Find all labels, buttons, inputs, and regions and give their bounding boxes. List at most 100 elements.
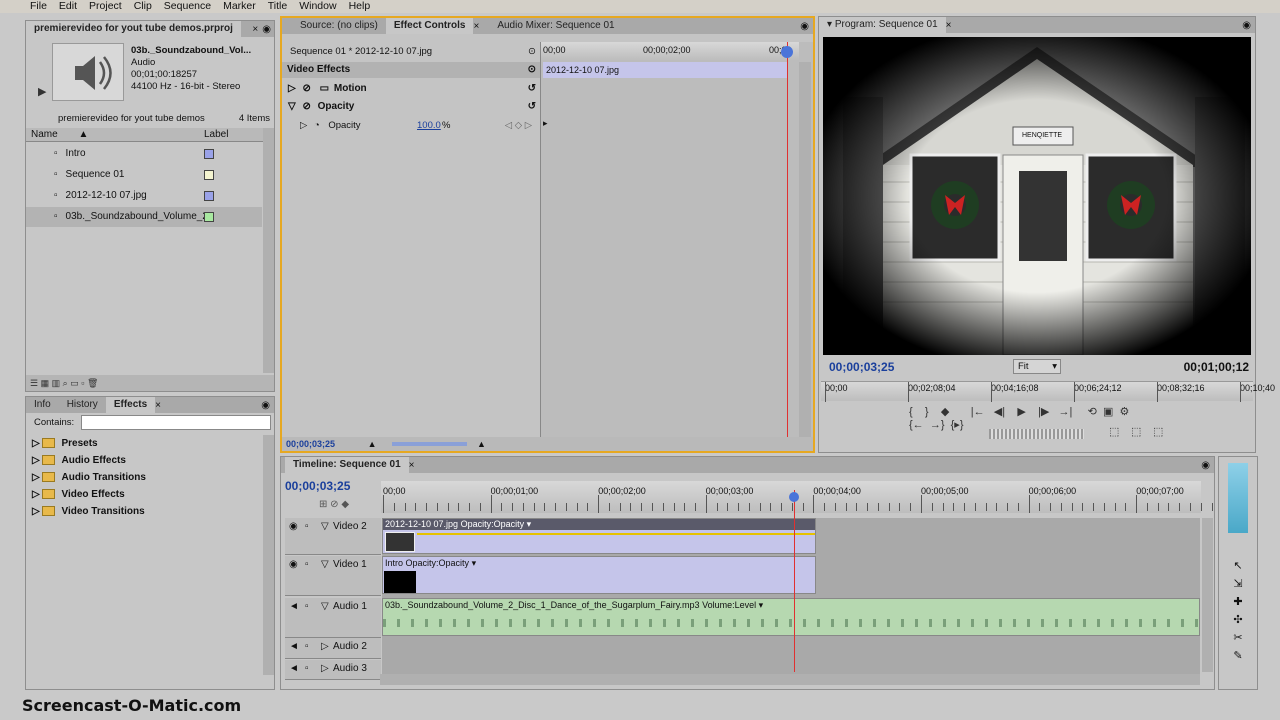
menu-file[interactable]: File [30, 0, 53, 13]
project-item[interactable]: ▫ Sequence 01 [26, 165, 262, 185]
track-header[interactable]: ◉ ▫ ▽ Video 1 [285, 556, 381, 596]
opacity-line[interactable] [417, 533, 815, 535]
shuttle-left-icon[interactable]: {← [909, 419, 924, 431]
tab-timeline[interactable]: Timeline: Sequence 01 [285, 457, 409, 473]
marker-icon[interactable]: ◆ [941, 406, 949, 418]
clip-video2[interactable]: 2012-12-10 07.jpg Opacity:Opacity ▾ [382, 518, 816, 554]
ec-vscroll[interactable] [799, 62, 811, 437]
collapse-triangle-icon[interactable]: ▷ [321, 663, 329, 674]
reset-icon[interactable]: ↺ [528, 98, 536, 116]
project-item[interactable]: ▫ 03b._Soundzabound_Volume_2 [26, 207, 262, 227]
fx-toggle-icon[interactable]: ⊘ [302, 83, 310, 94]
panel-menu-icon[interactable]: ◉ [800, 21, 809, 32]
expand-triangle-icon[interactable]: ▷ [300, 120, 307, 131]
step-forward-icon[interactable]: |▶ [1038, 406, 1049, 418]
effects-folder[interactable]: ▷ Audio Effects [26, 452, 262, 469]
project-item[interactable]: ▫ Intro [26, 144, 262, 164]
track-select-icon[interactable]: ⇲ [1219, 575, 1257, 593]
play-in-out-icon[interactable]: {▸} [951, 419, 964, 431]
track-header[interactable]: ◉ ▫ ▽ Video 2 [285, 518, 381, 555]
menu-marker[interactable]: Marker [223, 0, 262, 13]
keyframe-nav-icon[interactable]: ◁ ◇ ▷ [505, 117, 532, 135]
program-timecode[interactable]: 00;00;03;25 [829, 360, 894, 374]
collapse-icon[interactable]: ⊙ [528, 62, 536, 78]
clip-video1[interactable]: Intro Opacity:Opacity ▾ [382, 556, 816, 594]
show-timeline-icon[interactable]: ⊙ [528, 44, 536, 60]
col-name[interactable]: Name [31, 129, 58, 140]
label-swatch[interactable] [204, 170, 214, 180]
tab-effect-controls[interactable]: Effect Controls [385, 18, 474, 34]
fx-toggle-icon[interactable]: ⊘ [302, 101, 310, 112]
safe-margins-icon[interactable]: ▣ [1103, 406, 1113, 418]
collapse-triangle-icon[interactable]: ▷ [321, 641, 329, 652]
lock-icon[interactable]: ▫ [305, 521, 309, 532]
selection-tool-icon[interactable]: ↖ [1219, 557, 1257, 575]
list-view-icon[interactable]: ☰ [30, 378, 38, 388]
zoom-slider[interactable] [392, 442, 467, 446]
eye-icon[interactable]: ◉ [289, 559, 298, 570]
effects-folder[interactable]: ▷ Audio Transitions [26, 469, 262, 486]
output-icon[interactable]: ⚙ [1120, 406, 1130, 418]
clip-audio1[interactable]: 03b._Soundzabound_Volume_2_Disc_1_Dance_… [382, 598, 1200, 636]
automate-icon[interactable]: ▥ [52, 378, 61, 388]
ec-playhead-handle[interactable] [781, 46, 793, 58]
effects-scrollbar[interactable] [263, 435, 274, 675]
project-scrollbar[interactable] [263, 128, 274, 373]
menu-help[interactable]: Help [349, 0, 377, 13]
clip-v1-fx[interactable]: Opacity:Opacity [406, 558, 470, 568]
effects-search-input[interactable] [81, 415, 271, 430]
mark-in-icon[interactable]: { [909, 406, 913, 418]
rolling-edit-icon[interactable]: ✣ [1219, 611, 1257, 629]
program-video-frame[interactable]: HENQIETTE [823, 37, 1251, 355]
label-swatch[interactable] [204, 149, 214, 159]
close-icon[interactable]: × [155, 400, 161, 411]
lock-icon[interactable]: ▫ [305, 559, 309, 570]
label-swatch[interactable] [204, 212, 214, 222]
shuttle-right-icon[interactable]: →} [930, 419, 945, 431]
panel-menu-icon[interactable]: ◉ [1201, 460, 1210, 471]
expanded-triangle-icon[interactable]: ▽ [288, 101, 296, 112]
expand-triangle-icon[interactable]: ▷ [32, 489, 40, 500]
panel-menu-icon[interactable]: ◉ [1242, 20, 1251, 31]
opacity-row[interactable]: ▽ ⊘ Opacity ↺ [282, 98, 540, 116]
fit-dropdown[interactable]: Fit ▾ [1013, 359, 1061, 374]
tab-program[interactable]: ▾ Program: Sequence 01 [819, 17, 946, 33]
lock-icon[interactable]: ▫ [305, 641, 309, 652]
menu-sequence[interactable]: Sequence [164, 0, 217, 13]
clip-a1-fx[interactable]: Volume:Level [702, 600, 756, 610]
reset-icon[interactable]: ↺ [528, 80, 536, 98]
go-to-out-icon[interactable]: →| [1059, 406, 1073, 418]
timeline-playhead[interactable] [794, 490, 795, 672]
zoom-out-icon[interactable]: ▲ [368, 439, 377, 449]
expand-triangle-icon[interactable]: ▷ [32, 438, 40, 449]
collapse-triangle-icon[interactable]: ▽ [321, 601, 329, 612]
go-to-in-icon[interactable]: |← [971, 406, 985, 418]
speaker-icon[interactable]: ◄ [289, 641, 299, 652]
collapse-triangle-icon[interactable]: ▽ [321, 521, 329, 532]
lock-icon[interactable]: ▫ [305, 663, 309, 674]
effects-folder[interactable]: ▷ Presets [26, 435, 262, 452]
new-bin-icon[interactable]: ▭ [70, 378, 79, 388]
tab-audio-mixer[interactable]: Audio Mixer: Sequence 01 [489, 18, 622, 34]
speaker-icon[interactable]: ◄ [289, 663, 299, 674]
timeline-playhead-handle[interactable] [789, 492, 799, 502]
program-ruler[interactable]: 00;00 00;02;08;04 00;04;16;08 00;06;24;12 00… [821, 381, 1275, 402]
razor-icon[interactable]: ✂ [1219, 629, 1257, 647]
trash-icon[interactable]: 🗑 [87, 378, 98, 388]
tab-effects[interactable]: Effects [105, 397, 156, 413]
new-item-icon[interactable]: ▫ [81, 378, 84, 388]
timeline-vscroll[interactable] [1202, 518, 1213, 672]
tab-source[interactable]: Source: (no clips) [292, 18, 386, 34]
close-icon[interactable]: × [252, 24, 258, 35]
jog-shuttle[interactable] [989, 429, 1084, 439]
tab-history[interactable]: History [59, 397, 106, 413]
extract-icon[interactable]: ⬚ [1131, 425, 1141, 438]
ripple-edit-icon[interactable]: ✚ [1219, 593, 1257, 611]
ec-clip-bar[interactable]: 2012-12-10 07.jpg [543, 62, 788, 78]
step-back-icon[interactable]: ◀| [994, 406, 1005, 418]
track-header[interactable]: ◄ ▫ ▷ Audio 3 [285, 660, 381, 680]
eye-icon[interactable]: ◉ [289, 521, 298, 532]
expand-triangle-icon[interactable]: ▷ [32, 455, 40, 466]
effects-folder[interactable]: ▷ Video Effects [26, 486, 262, 503]
stopwatch-icon[interactable]: ◔ [314, 120, 320, 131]
